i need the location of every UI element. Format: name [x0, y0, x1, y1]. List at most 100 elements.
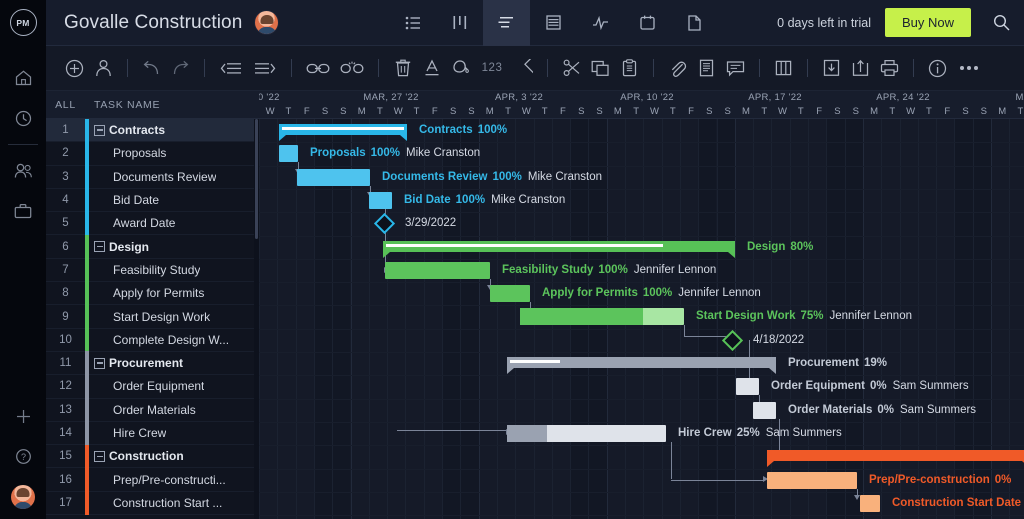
task-bar[interactable] [736, 378, 759, 395]
task-name-cell[interactable]: Feasibility Study [89, 263, 200, 277]
table-row[interactable]: 12Order Equipment [46, 375, 259, 398]
column-header-task-name[interactable]: TASK NAME [85, 99, 160, 111]
table-row[interactable]: 1Contracts [46, 119, 259, 142]
app-logo[interactable]: PM [0, 0, 46, 46]
tab-board-view[interactable] [436, 0, 483, 46]
task-name-cell[interactable]: Prep/Pre-constructi... [89, 473, 226, 487]
fill-color-button[interactable] [446, 46, 475, 91]
tab-sheet-view[interactable] [530, 0, 577, 46]
tab-workload-view[interactable] [577, 0, 624, 46]
task-bar[interactable] [369, 192, 392, 209]
outdent-button[interactable] [214, 46, 248, 91]
tab-pages-view[interactable] [671, 0, 718, 46]
buy-now-button[interactable]: Buy Now [885, 8, 971, 37]
delete-button[interactable] [388, 46, 417, 91]
task-name-cell[interactable]: Order Materials [89, 403, 196, 417]
nav-projects[interactable] [0, 191, 46, 231]
table-row[interactable]: 11Procurement [46, 352, 259, 375]
nav-recent[interactable] [0, 98, 46, 138]
columns-button[interactable] [769, 46, 798, 91]
tab-calendar-view[interactable] [624, 0, 671, 46]
tab-gantt-view[interactable] [483, 0, 530, 46]
more-button[interactable] [952, 46, 986, 91]
link-tasks-button[interactable] [301, 46, 335, 91]
table-row[interactable]: 16Prep/Pre-constructi... [46, 468, 259, 491]
import-button[interactable] [817, 46, 846, 91]
nav-people[interactable] [0, 151, 46, 191]
task-name-cell[interactable]: Start Design Work [89, 310, 210, 324]
task-bar[interactable] [385, 262, 490, 279]
table-row[interactable]: 8Apply for Permits [46, 282, 259, 305]
collapse-toggle-icon[interactable] [94, 451, 105, 462]
task-bar[interactable] [279, 145, 298, 162]
table-row[interactable]: 14Hire Crew [46, 422, 259, 445]
table-row[interactable]: 9Start Design Work [46, 305, 259, 328]
task-bar[interactable] [297, 169, 370, 186]
task-name-cell[interactable]: Proposals [89, 146, 166, 160]
task-bar[interactable] [507, 425, 666, 442]
nav-home[interactable] [0, 58, 46, 98]
notes-button[interactable] [692, 46, 721, 91]
search-button[interactable] [993, 14, 1010, 31]
export-button[interactable] [846, 46, 875, 91]
table-row[interactable]: 7Feasibility Study [46, 259, 259, 282]
task-name-cell[interactable]: Procurement [105, 356, 183, 370]
nav-add[interactable] [0, 396, 46, 436]
table-row[interactable]: 3Documents Review [46, 166, 259, 189]
table-row[interactable]: 2Proposals [46, 142, 259, 165]
info-button[interactable] [923, 46, 952, 91]
nav-help[interactable]: ? [0, 436, 46, 476]
print-button[interactable] [875, 46, 904, 91]
task-name-cell[interactable]: Contracts [105, 123, 165, 137]
table-row[interactable]: 5Award Date [46, 212, 259, 235]
task-bar[interactable] [753, 402, 776, 419]
milestone-marker[interactable] [374, 213, 395, 234]
task-name-cell[interactable]: Apply for Permits [89, 286, 204, 300]
task-bar[interactable] [767, 472, 857, 489]
task-bar[interactable] [490, 285, 530, 302]
user-avatar[interactable] [11, 485, 35, 509]
autonumber-button[interactable]: 123 [475, 46, 509, 91]
cut-button[interactable] [557, 46, 586, 91]
collapse-toggle-icon[interactable] [94, 358, 105, 369]
task-name-cell[interactable]: Design [105, 240, 149, 254]
task-name-cell[interactable]: Construction Start ... [89, 496, 222, 510]
summary-bar[interactable] [507, 357, 776, 368]
task-name-cell[interactable]: Order Equipment [89, 379, 204, 393]
task-name-cell[interactable]: Documents Review [89, 170, 216, 184]
task-name-cell[interactable]: Award Date [89, 216, 175, 230]
summary-bar[interactable] [279, 124, 407, 135]
task-name-cell[interactable]: Bid Date [89, 193, 159, 207]
task-name-cell[interactable]: Construction [105, 449, 184, 463]
task-grid-scrollbar[interactable] [254, 119, 259, 519]
table-row[interactable]: 17Construction Start ... [46, 492, 259, 515]
task-name-cell[interactable]: Hire Crew [89, 426, 166, 440]
add-task-button[interactable] [60, 46, 89, 91]
task-bar[interactable] [860, 495, 880, 512]
assign-resource-button[interactable] [89, 46, 118, 91]
indent-button[interactable] [248, 46, 282, 91]
table-row[interactable]: 6Design [46, 235, 259, 258]
table-row[interactable]: 4Bid Date [46, 189, 259, 212]
text-format-button[interactable] [417, 46, 446, 91]
paste-button[interactable] [615, 46, 644, 91]
summary-bar[interactable] [383, 241, 735, 252]
table-row[interactable]: 10Complete Design W... [46, 329, 259, 352]
column-header-all[interactable]: ALL [46, 99, 85, 111]
undo-button[interactable] [137, 46, 166, 91]
attach-button[interactable] [663, 46, 692, 91]
comments-button[interactable] [721, 46, 750, 91]
milestone-button[interactable] [509, 46, 538, 91]
unlink-tasks-button[interactable] [335, 46, 369, 91]
task-name-cell[interactable]: Complete Design W... [89, 333, 229, 347]
table-row[interactable]: 15Construction [46, 445, 259, 468]
table-row[interactable]: 13Order Materials [46, 399, 259, 422]
project-owner-avatar[interactable] [254, 10, 279, 35]
collapse-toggle-icon[interactable] [94, 241, 105, 252]
task-bar[interactable] [520, 308, 684, 325]
timeline-body[interactable]: 3/29/20224/18/2022Contracts100%Proposals… [259, 119, 1024, 519]
tab-list-view[interactable] [389, 0, 436, 46]
copy-button[interactable] [586, 46, 615, 91]
collapse-toggle-icon[interactable] [94, 125, 105, 136]
redo-button[interactable] [166, 46, 195, 91]
